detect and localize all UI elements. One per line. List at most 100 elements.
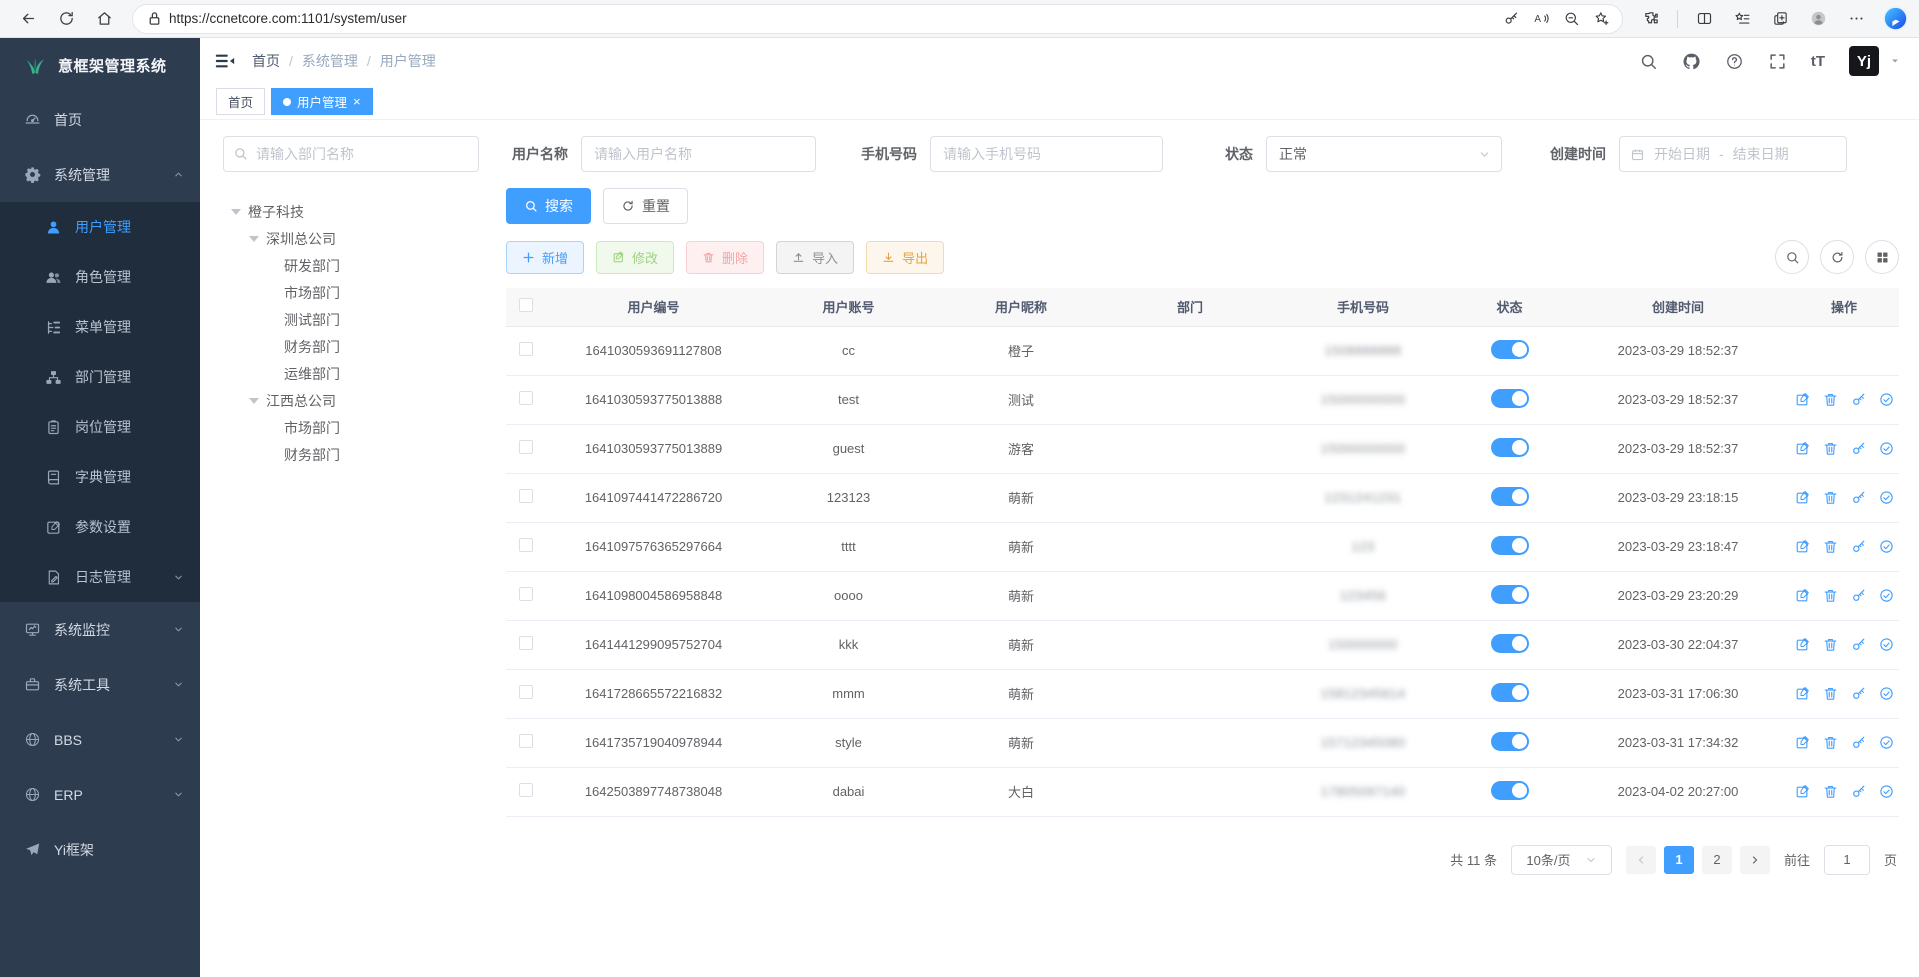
tree-node[interactable]: 橙子科技 xyxy=(223,198,479,225)
row-edit-icon[interactable] xyxy=(1795,588,1810,603)
row-delete-icon[interactable] xyxy=(1823,539,1838,554)
app-logo[interactable]: 意框架管理系统 xyxy=(0,38,200,92)
select-all-checkbox[interactable] xyxy=(519,298,533,312)
sidebar-item-dept[interactable]: 部门管理 xyxy=(0,352,200,402)
sidebar-item-monitor[interactable]: 系统监控 xyxy=(0,602,200,657)
row-checkbox[interactable] xyxy=(519,636,533,650)
row-checkbox[interactable] xyxy=(519,440,533,454)
row-assign-role-icon[interactable] xyxy=(1879,637,1894,652)
breadcrumb-item[interactable]: 用户管理 xyxy=(380,51,436,71)
row-assign-role-icon[interactable] xyxy=(1879,490,1894,505)
row-checkbox[interactable] xyxy=(519,783,533,797)
row-edit-icon[interactable] xyxy=(1795,490,1810,505)
browser-more-menu-icon[interactable] xyxy=(1838,4,1874,34)
row-reset-password-icon[interactable] xyxy=(1851,637,1866,652)
row-edit-icon[interactable] xyxy=(1795,686,1810,701)
breadcrumb-item[interactable]: 系统管理 xyxy=(302,51,358,71)
row-delete-icon[interactable] xyxy=(1823,441,1838,456)
row-edit-icon[interactable] xyxy=(1795,784,1810,799)
header-search-icon[interactable] xyxy=(1639,52,1658,71)
next-page-button[interactable] xyxy=(1740,846,1770,874)
row-reset-password-icon[interactable] xyxy=(1851,539,1866,554)
dept-search-input[interactable] xyxy=(223,136,479,172)
sidebar-item-log[interactable]: 日志管理 xyxy=(0,552,200,602)
row-checkbox[interactable] xyxy=(519,342,533,356)
tree-node[interactable]: 财务部门 xyxy=(223,333,479,360)
row-reset-password-icon[interactable] xyxy=(1851,686,1866,701)
delete-button[interactable]: 删除 xyxy=(686,241,764,274)
tree-node[interactable]: 研发部门 xyxy=(223,252,479,279)
sidebar-item-dict[interactable]: 字典管理 xyxy=(0,452,200,502)
row-delete-icon[interactable] xyxy=(1823,686,1838,701)
row-assign-role-icon[interactable] xyxy=(1879,392,1894,407)
github-icon[interactable] xyxy=(1682,52,1701,71)
add-button[interactable]: 新增 xyxy=(506,241,584,274)
row-assign-role-icon[interactable] xyxy=(1879,588,1894,603)
tree-node[interactable]: 市场部门 xyxy=(223,279,479,306)
status-toggle[interactable] xyxy=(1491,438,1529,457)
row-assign-role-icon[interactable] xyxy=(1879,735,1894,750)
row-checkbox[interactable] xyxy=(519,391,533,405)
username-input[interactable] xyxy=(581,136,816,172)
table-columns-button[interactable] xyxy=(1865,240,1899,274)
tree-node[interactable]: 财务部门 xyxy=(223,441,479,468)
row-delete-icon[interactable] xyxy=(1823,784,1838,799)
row-checkbox[interactable] xyxy=(519,489,533,503)
status-toggle[interactable] xyxy=(1491,389,1529,408)
collections-icon[interactable] xyxy=(1762,4,1798,34)
fullscreen-icon[interactable] xyxy=(1768,52,1787,71)
page-button-1[interactable]: 1 xyxy=(1664,846,1694,874)
sidebar-item-menu[interactable]: 菜单管理 xyxy=(0,302,200,352)
sidebar-item-system[interactable]: 系统管理 xyxy=(0,147,200,202)
tree-node[interactable]: 市场部门 xyxy=(223,414,479,441)
status-select[interactable]: 正常 xyxy=(1266,136,1502,172)
tree-expand-caret-icon[interactable] xyxy=(249,398,259,404)
url-text[interactable]: https://ccnetcore.com:1101/system/user xyxy=(169,11,1496,26)
row-reset-password-icon[interactable] xyxy=(1851,490,1866,505)
row-delete-icon[interactable] xyxy=(1823,588,1838,603)
row-assign-role-icon[interactable] xyxy=(1879,686,1894,701)
row-reset-password-icon[interactable] xyxy=(1851,784,1866,799)
export-button[interactable]: 导出 xyxy=(866,241,944,274)
row-delete-icon[interactable] xyxy=(1823,735,1838,750)
table-search-button[interactable] xyxy=(1775,240,1809,274)
goto-page-input[interactable] xyxy=(1824,845,1870,875)
status-toggle[interactable] xyxy=(1491,487,1529,506)
search-button[interactable]: 搜索 xyxy=(506,188,591,224)
row-edit-icon[interactable] xyxy=(1795,735,1810,750)
zoom-out-icon[interactable] xyxy=(1556,4,1586,34)
row-delete-icon[interactable] xyxy=(1823,392,1838,407)
sidebar-item-yi[interactable]: Yi框架 xyxy=(0,822,200,877)
row-reset-password-icon[interactable] xyxy=(1851,735,1866,750)
import-button[interactable]: 导入 xyxy=(776,241,854,274)
status-toggle[interactable] xyxy=(1491,536,1529,555)
avatar-caret-down-icon[interactable] xyxy=(1889,55,1901,67)
row-delete-icon[interactable] xyxy=(1823,490,1838,505)
status-toggle[interactable] xyxy=(1491,683,1529,702)
extensions-icon[interactable] xyxy=(1633,4,1669,34)
row-assign-role-icon[interactable] xyxy=(1879,784,1894,799)
favorites-list-icon[interactable] xyxy=(1724,4,1760,34)
row-checkbox[interactable] xyxy=(519,538,533,552)
row-edit-icon[interactable] xyxy=(1795,441,1810,456)
add-favorite-star-icon[interactable] xyxy=(1586,4,1616,34)
status-toggle[interactable] xyxy=(1491,585,1529,604)
edit-button[interactable]: 修改 xyxy=(596,241,674,274)
sidebar-item-role[interactable]: 角色管理 xyxy=(0,252,200,302)
user-avatar[interactable]: Yj xyxy=(1849,46,1879,76)
address-bar[interactable]: https://ccnetcore.com:1101/system/user A xyxy=(132,4,1623,34)
split-screen-icon[interactable] xyxy=(1686,4,1722,34)
row-checkbox[interactable] xyxy=(519,587,533,601)
status-toggle[interactable] xyxy=(1491,340,1529,359)
page-button-2[interactable]: 2 xyxy=(1702,846,1732,874)
tree-expand-caret-icon[interactable] xyxy=(231,209,241,215)
sidebar-collapse-icon[interactable] xyxy=(214,50,236,72)
phone-input[interactable] xyxy=(930,136,1163,172)
sidebar-item-bbs[interactable]: BBS xyxy=(0,712,200,767)
password-key-icon[interactable] xyxy=(1496,4,1526,34)
reset-button[interactable]: 重置 xyxy=(603,188,688,224)
sidebar-item-erp[interactable]: ERP xyxy=(0,767,200,822)
browser-home-button[interactable] xyxy=(86,4,122,34)
browser-back-button[interactable] xyxy=(10,4,46,34)
read-aloud-icon[interactable]: A xyxy=(1526,4,1556,34)
